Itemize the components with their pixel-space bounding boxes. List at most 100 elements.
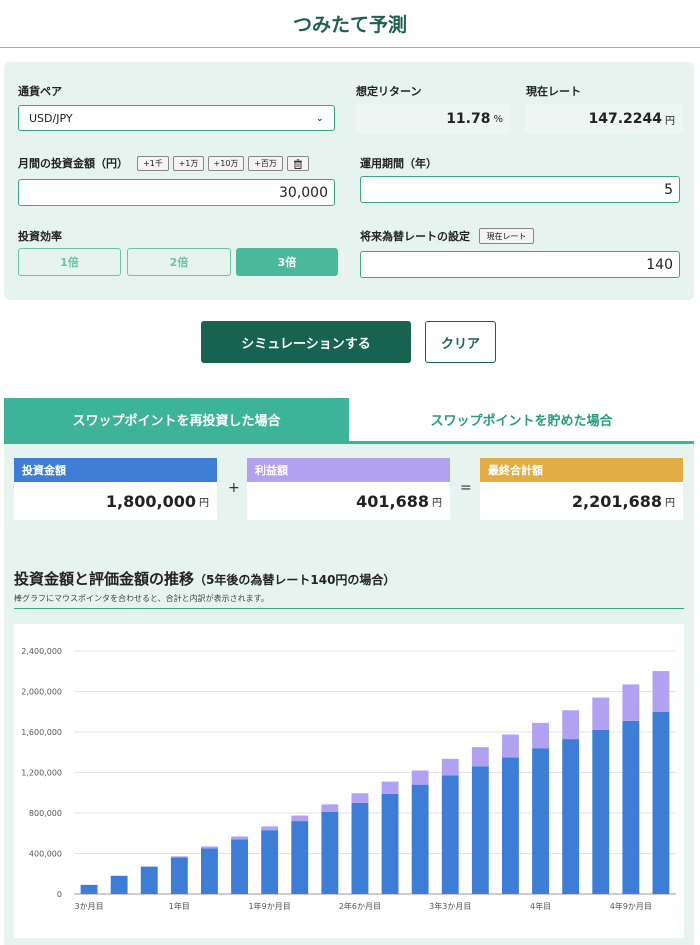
bar-profit (502, 734, 519, 758)
monthly-amount-label: 月間の投資金額（円） (18, 157, 128, 170)
bar-profit (592, 697, 610, 730)
bar-invested (592, 729, 610, 894)
bar-invested (471, 766, 489, 894)
simulate-button[interactable]: シミュレーションする (201, 321, 411, 363)
chevron-down-icon: ⌄ (315, 112, 324, 124)
efficiency-1x-button[interactable]: 1倍 (18, 248, 121, 276)
efficiency-3x-button[interactable]: 3倍 (236, 248, 338, 276)
stacked-bar-chart: 0 400,000 800,000 1,200,000 1,600,000 2,000,0… (21, 647, 676, 911)
bar-invested (652, 711, 670, 894)
expected-return-display: 11.78% (356, 104, 511, 134)
bar-invested (441, 775, 459, 894)
bar-invested (170, 857, 188, 894)
invested-label: 投資金額 (14, 458, 217, 482)
add-10k-button[interactable]: +1万 (173, 156, 204, 171)
bar-invested (622, 720, 640, 894)
tab-accumulate[interactable]: スワップポイントを貯めた場合 (349, 398, 694, 441)
x-tick-label: 4年9か月目 (610, 901, 652, 911)
total-card: 最終合計額 2,201,688 円 (480, 458, 683, 520)
use-current-rate-button[interactable]: 現在レート (479, 228, 534, 244)
current-rate-value: 147.2244 (588, 111, 662, 127)
period-label: 運用期間（年） (360, 157, 437, 170)
bar-invested (291, 821, 309, 894)
chart-container: 0 400,000 800,000 1,200,000 1,600,000 2,000,0… (14, 624, 684, 938)
chart-note: 棒グラフにマウスポインタを合わせると、合計と内訳が表示されます。 (14, 594, 269, 603)
monthly-amount-input[interactable]: 30,000 (18, 179, 335, 206)
chart-title: 投資金額と評価金額の推移 (14, 570, 195, 588)
total-display: 2,201,688 円 (480, 482, 683, 520)
x-tick-label: 2年6か月目 (339, 901, 381, 911)
bar-invested (80, 884, 98, 894)
currency-pair-select[interactable]: USD/JPY ⌄ (18, 105, 335, 131)
add-100k-button[interactable]: +10万 (208, 156, 244, 171)
bar-invested (562, 739, 580, 894)
trash-icon (294, 158, 302, 169)
profit-display: 401,688 円 (247, 482, 450, 520)
period-input[interactable]: 5 (360, 176, 680, 203)
reset-amount-button[interactable] (287, 156, 309, 171)
currency-pair-value: USD/JPY (29, 111, 73, 125)
bar-invested (502, 757, 519, 894)
profit-value: 401,688 (356, 491, 429, 511)
current-rate-display: 147.2244 円 (525, 104, 683, 134)
add-1k-button[interactable]: +1千 (137, 156, 169, 171)
y-tick-label: 400,000 (29, 850, 62, 859)
expected-return-unit: % (493, 113, 503, 125)
total-unit: 円 (665, 497, 675, 509)
future-rate-input[interactable]: 140 (360, 251, 680, 278)
x-tick-label: 3か月目 (75, 902, 104, 911)
section-divider (14, 608, 684, 609)
total-value: 2,201,688 (571, 491, 662, 511)
currency-pair-label: 通貨ペア (18, 85, 62, 98)
efficiency-2x-button[interactable]: 2倍 (127, 248, 231, 276)
equals-sign: = (460, 480, 472, 496)
bar-profit (441, 758, 459, 776)
page-title: つみたて予測 (0, 0, 700, 48)
y-tick-label: 1,600,000 (21, 728, 62, 737)
tab-reinvest[interactable]: スワップポイントを再投資した場合 (4, 398, 349, 441)
add-1m-button[interactable]: +百万 (248, 156, 283, 171)
bar-profit (261, 826, 279, 831)
bar-profit (652, 671, 670, 712)
settings-panel: 通貨ペア USD/JPY ⌄ 想定リターン 11.78% 現在レート 147.2… (4, 62, 694, 300)
bar-profit (351, 793, 369, 803)
bar-profit (532, 722, 549, 749)
invested-unit: 円 (199, 497, 209, 509)
current-rate-label: 現在レート (526, 85, 581, 98)
bar-invested (351, 802, 369, 894)
expected-return-value: 11.78 (446, 111, 491, 127)
invested-display: 1,800,000 円 (14, 482, 217, 520)
clear-button[interactable]: クリア (425, 321, 496, 363)
expected-return-label: 想定リターン (356, 85, 422, 98)
profit-card: 利益額 401,688 円 (247, 458, 450, 520)
y-tick-label: 2,400,000 (21, 647, 62, 656)
bar-profit (471, 747, 489, 767)
bar-profit (562, 710, 580, 740)
bar-profit (170, 856, 188, 858)
y-tick-label: 1,200,000 (21, 769, 62, 778)
bar-profit (291, 815, 309, 822)
x-tick-label: 4年目 (530, 901, 551, 911)
current-rate-unit: 円 (665, 115, 675, 127)
profit-label: 利益額 (247, 458, 450, 482)
bar-invested (321, 811, 339, 894)
efficiency-label: 投資効率 (18, 230, 62, 243)
bar-invested (201, 848, 218, 894)
x-tick-label: 3年3か月目 (429, 901, 471, 911)
bar-profit (321, 804, 339, 812)
profit-unit: 円 (432, 497, 442, 509)
y-tick-label: 2,000,000 (21, 688, 62, 697)
bar-profit (411, 770, 429, 785)
invested-card: 投資金額 1,800,000 円 (14, 458, 217, 520)
plus-sign: + (228, 480, 240, 496)
bar-invested (140, 866, 158, 894)
y-tick-label: 0 (57, 890, 62, 899)
bar-profit (201, 846, 218, 849)
future-rate-label: 将来為替レートの設定 (360, 230, 470, 243)
bar-profit (231, 836, 248, 840)
chart-subtitle: （5年後の為替レート140円の場合） (194, 573, 396, 587)
y-tick-label: 800,000 (29, 809, 62, 818)
x-tick-label: 1年9か月目 (249, 901, 291, 911)
bar-invested (110, 875, 128, 894)
bar-profit (381, 781, 399, 794)
